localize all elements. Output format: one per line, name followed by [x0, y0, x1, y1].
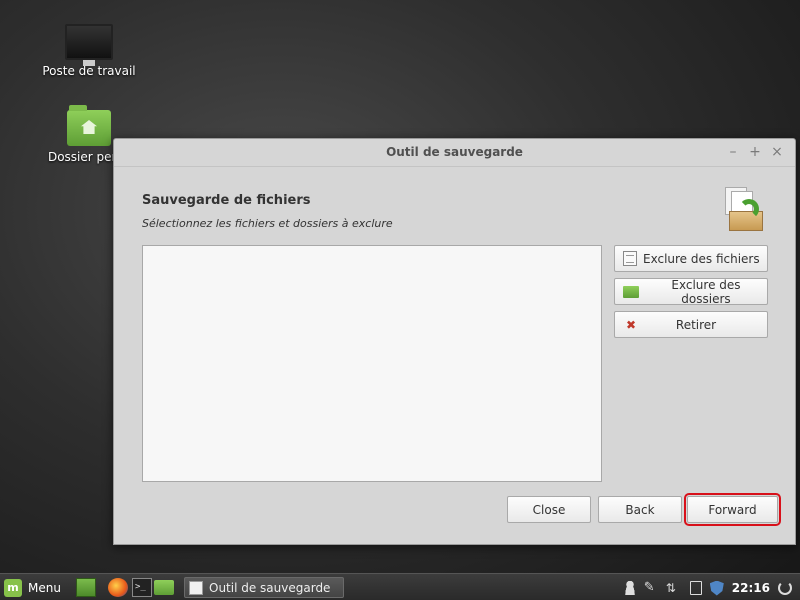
user-icon[interactable]	[623, 581, 636, 595]
files-folder-icon[interactable]	[154, 580, 174, 595]
remove-label: Retirer	[675, 317, 717, 332]
maximize-button[interactable]: +	[747, 144, 763, 160]
computer-icon	[65, 24, 113, 66]
window-close-button[interactable]: ×	[769, 144, 785, 160]
forward-button[interactable]: Forward	[684, 493, 781, 526]
exclude-files-button[interactable]: Exclure des fichiers	[614, 245, 768, 272]
close-button[interactable]: Close	[507, 496, 591, 523]
battery-icon[interactable]	[689, 581, 702, 595]
mint-logo-icon: m	[4, 579, 22, 597]
show-desktop-icon[interactable]	[76, 578, 96, 597]
page-subheading: Sélectionnez les fichiers et dossiers à …	[142, 217, 393, 230]
document-icon	[623, 251, 637, 266]
exclude-files-label: Exclure des fichiers	[643, 251, 760, 266]
page-heading: Sauvegarde de fichiers	[142, 193, 311, 208]
menu-label: Menu	[28, 581, 61, 595]
window-titlebar[interactable]: Outil de sauvegarde – + ×	[114, 139, 795, 167]
firefox-icon[interactable]	[108, 578, 128, 597]
desktop-icon-label: Poste de travail	[42, 64, 136, 78]
clock[interactable]: 22:16	[732, 581, 770, 595]
taskbar-item-backup-tool[interactable]: Outil de sauvegarde	[184, 577, 344, 598]
remove-x-icon: ✖	[625, 317, 637, 332]
home-folder-icon	[67, 105, 111, 146]
back-button[interactable]: Back	[598, 496, 682, 523]
shield-icon[interactable]	[709, 580, 724, 596]
remove-button[interactable]: ✖ Retirer	[614, 311, 768, 338]
backup-box-icon	[721, 187, 767, 233]
exclusion-list[interactable]	[142, 245, 602, 482]
menu-button[interactable]: m Menu	[4, 578, 61, 598]
pen-icon[interactable]: ✎	[644, 581, 658, 595]
taskbar-item-label: Outil de sauvegarde	[209, 580, 331, 595]
exclude-folders-button[interactable]: Exclure des dossiers	[614, 277, 768, 306]
window-title: Outil de sauvegarde	[386, 145, 523, 159]
terminal-icon[interactable]: >_	[132, 578, 152, 597]
desktop-icon-computer[interactable]: Poste de travail	[34, 24, 144, 78]
system-tray: ✎ ⇅ 22:16	[623, 578, 800, 598]
taskbar-panel: m Menu >_ Outil de sauvegarde ✎ ⇅ 22:16	[0, 573, 800, 600]
backup-app-icon	[189, 580, 203, 595]
exclude-folders-label: Exclure des dossiers	[671, 277, 741, 306]
power-icon[interactable]	[778, 581, 792, 595]
folder-icon	[623, 285, 639, 298]
network-icon[interactable]: ⇅	[666, 581, 682, 595]
minimize-button[interactable]: –	[725, 144, 741, 160]
backup-tool-window: Outil de sauvegarde – + × Sauvegarde de …	[113, 138, 796, 545]
